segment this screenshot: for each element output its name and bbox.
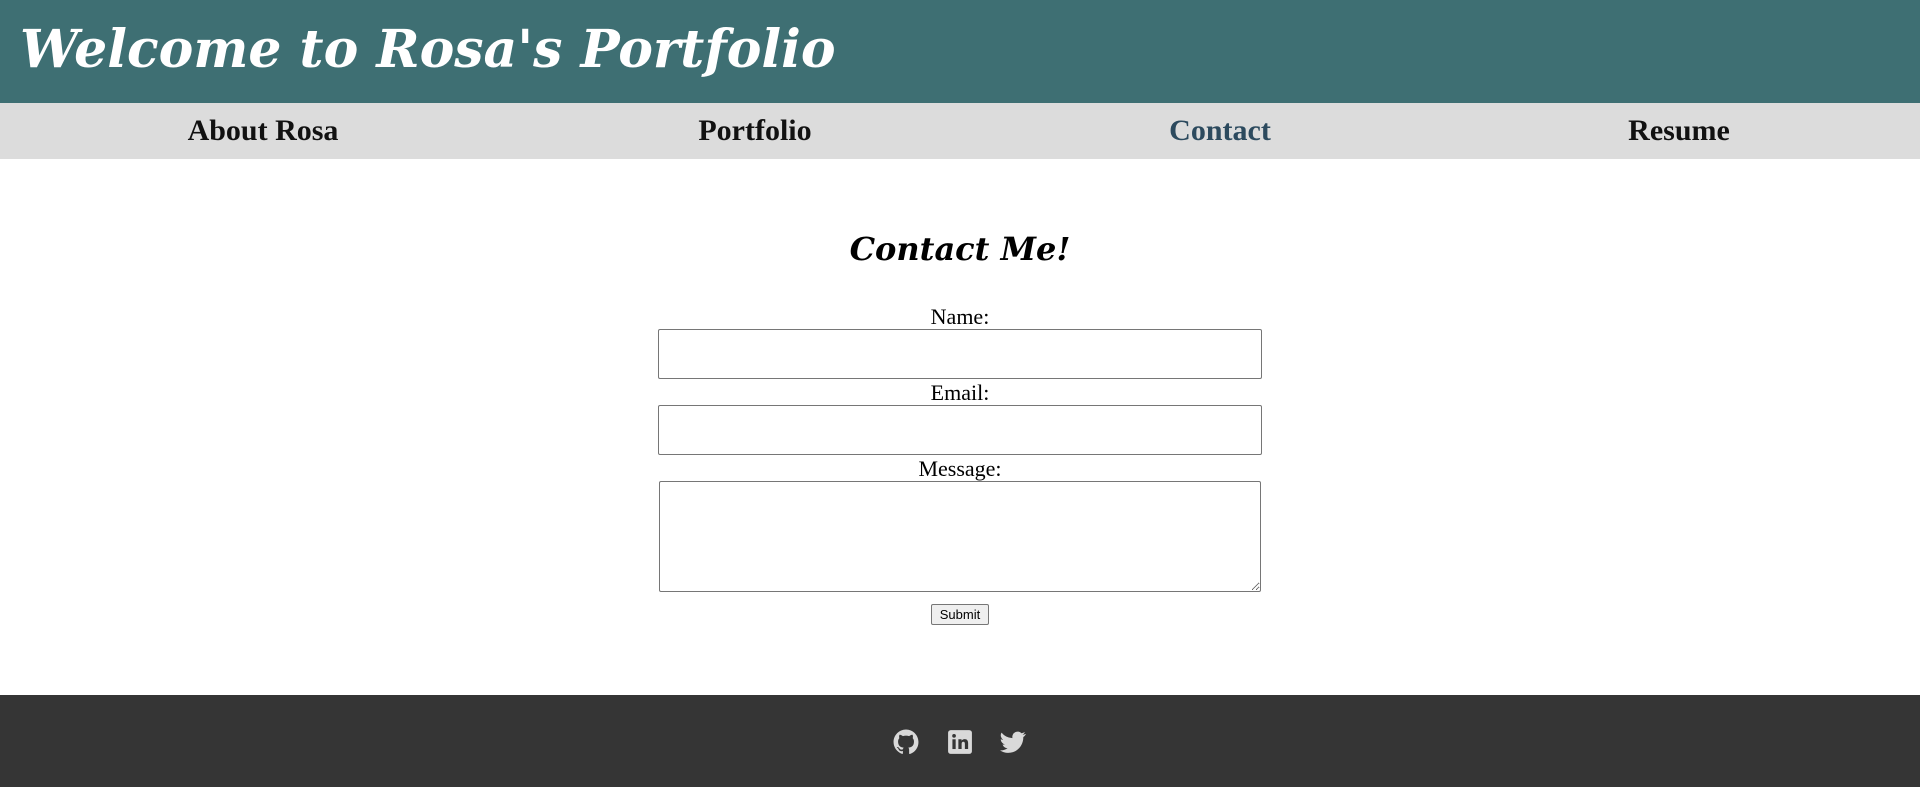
- contact-section: Contact Me! Name: Email: Message: Submit: [0, 159, 1920, 695]
- main-nav: About Rosa Portfolio Contact Resume: [0, 103, 1920, 159]
- github-link[interactable]: [893, 729, 919, 755]
- twitter-icon: [1000, 729, 1026, 755]
- name-input[interactable]: [658, 329, 1262, 379]
- linkedin-link[interactable]: [947, 729, 973, 755]
- message-label: Message:: [918, 456, 1002, 481]
- nav-item-portfolio[interactable]: Portfolio: [698, 103, 811, 159]
- linkedin-icon: [947, 729, 973, 755]
- nav-item-about-rosa[interactable]: About Rosa: [188, 103, 339, 159]
- submit-button[interactable]: Submit: [931, 604, 989, 625]
- email-label: Email:: [930, 380, 990, 405]
- site-footer: [0, 695, 1920, 787]
- message-textarea[interactable]: [659, 481, 1261, 592]
- github-icon: [893, 729, 919, 755]
- name-label: Name:: [930, 304, 990, 329]
- nav-item-contact[interactable]: Contact: [1169, 103, 1271, 159]
- nav-item-resume[interactable]: Resume: [1628, 103, 1730, 159]
- twitter-link[interactable]: [1000, 729, 1026, 755]
- site-header: Welcome to Rosa's Portfolio: [0, 0, 1920, 103]
- site-title: Welcome to Rosa's Portfolio: [20, 19, 836, 80]
- contact-title: Contact Me!: [849, 230, 1071, 268]
- email-input[interactable]: [658, 405, 1262, 455]
